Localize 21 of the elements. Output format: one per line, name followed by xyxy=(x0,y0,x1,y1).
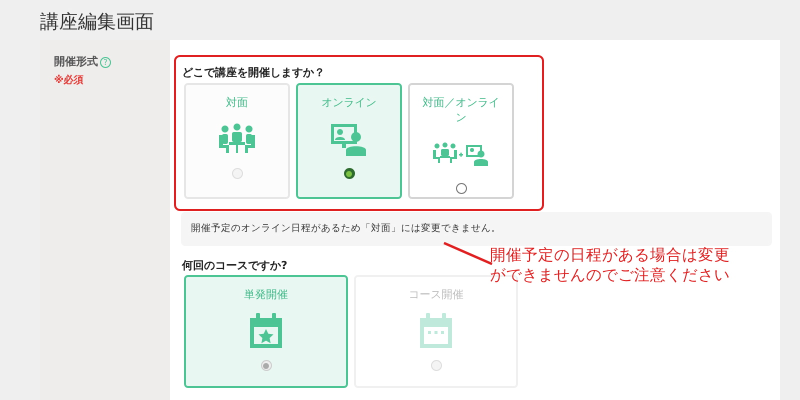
help-icon[interactable]: ? xyxy=(100,56,111,68)
option-card[interactable]: 対面／オンライン xyxy=(408,83,514,199)
option-label: 対面／オンライン xyxy=(422,95,500,125)
option-label: 対面 xyxy=(226,95,248,110)
meeting-and-online-icon xyxy=(432,142,490,166)
calendar-star-icon xyxy=(249,313,283,349)
option-card[interactable]: オンライン xyxy=(296,83,402,199)
calendar-icon xyxy=(419,313,453,349)
option-label: 単発開催 xyxy=(244,287,288,302)
question-label: 何回のコースですか? xyxy=(182,258,288,274)
meeting-icon xyxy=(217,123,257,155)
question-label: どこで講座を開催しますか？ xyxy=(182,65,325,81)
online-lesson-icon xyxy=(329,122,369,156)
notice-message: 開催予定のオンライン日程があるため「対面」には変更できません。 xyxy=(181,212,772,246)
radio-button[interactable] xyxy=(456,183,466,194)
page-title: 講座編集画面 xyxy=(40,10,154,35)
option-label: コース開催 xyxy=(408,287,464,302)
required-label: ※必須 xyxy=(54,74,85,88)
radio-button[interactable] xyxy=(344,168,354,179)
field-label: 開催形式 xyxy=(54,54,98,70)
option-label: オンライン xyxy=(322,95,376,110)
